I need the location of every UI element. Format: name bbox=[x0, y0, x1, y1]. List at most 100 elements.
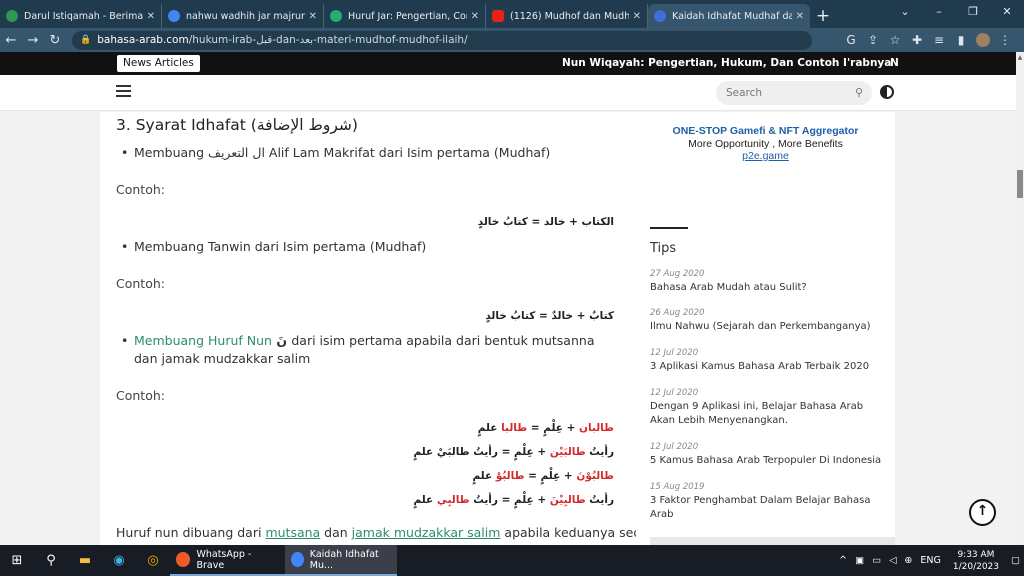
section-heading: 3. Syarat Idhafat (شروط الإضافة) bbox=[116, 116, 358, 134]
extensions-icon[interactable]: ✚ bbox=[906, 33, 928, 47]
contoh-label: Contoh: bbox=[116, 182, 165, 197]
list-item-text: dari isim pertama apabila dari bentuk mu… bbox=[291, 333, 595, 348]
list-item: Membuang ال التعريف Alif Lam Makrifat da… bbox=[121, 144, 624, 162]
site-favicon-icon bbox=[6, 10, 18, 22]
share-icon[interactable]: ⇪ bbox=[862, 33, 884, 47]
ad-line: More Opportunity , More Benefits bbox=[688, 137, 843, 150]
dark-mode-toggle-icon[interactable] bbox=[880, 85, 894, 99]
volume-icon[interactable]: ◁ bbox=[889, 555, 896, 566]
google-icon bbox=[168, 10, 180, 22]
taskbar-app-label: WhatsApp - Brave bbox=[196, 548, 252, 571]
windows-start-icon[interactable]: ⊞ bbox=[0, 545, 34, 576]
scroll-up-icon[interactable]: ▲ bbox=[1016, 54, 1024, 61]
contoh-label: Contoh: bbox=[116, 276, 165, 291]
tab-4[interactable]: (1126) Mudhof dan Mudhof ✕ bbox=[486, 4, 648, 28]
chrome-icon[interactable]: ◎ bbox=[136, 545, 170, 576]
taskbar-app-chrome[interactable]: Kaidah Idhafat Mu... bbox=[285, 545, 397, 576]
sidebar-widget-edge bbox=[650, 537, 895, 545]
network-icon[interactable]: ⊕ bbox=[904, 555, 912, 566]
jamak-mudzakkar-link[interactable]: jamak mudzakkar salim bbox=[352, 525, 501, 540]
close-icon[interactable]: ✕ bbox=[147, 11, 155, 22]
news-ticker: News Articles Nun Wiqayah: Pengertian, H… bbox=[0, 52, 1016, 75]
google-lens-icon[interactable]: G bbox=[840, 33, 862, 47]
edge-browser-icon[interactable]: ◉ bbox=[102, 545, 136, 576]
meet-now-icon[interactable]: ▣ bbox=[855, 555, 864, 566]
ad-block[interactable]: ONE-STOP Gamefi & NFT Aggregator More Op… bbox=[636, 125, 895, 163]
taskbar-app-whatsapp-brave[interactable]: WhatsApp - Brave bbox=[170, 545, 285, 576]
taskbar-app-label: Kaidah Idhafat Mu... bbox=[309, 548, 379, 571]
search-icon[interactable]: ⚲ bbox=[34, 545, 68, 576]
new-tab-button[interactable]: + bbox=[810, 4, 836, 28]
close-icon[interactable]: ✕ bbox=[796, 11, 804, 22]
site-header: Search ⚲ bbox=[0, 75, 1016, 111]
ticker-headline[interactable]: Nun Wiqayah: Pengertian, Hukum, Dan Cont… bbox=[562, 57, 891, 69]
huruf-nun-link[interactable]: Membuang Huruf Nun bbox=[134, 333, 272, 348]
scrollbar[interactable]: ▲ bbox=[1016, 52, 1024, 545]
list-item[interactable]: 26 Aug 2020 Ilmu Nahwu (Sejarah dan Perke… bbox=[650, 308, 890, 334]
restore-button[interactable]: ❐ bbox=[956, 0, 990, 28]
browser-tab-bar: Darul Istiqamah - Beriman, Be ✕ nahwu wad… bbox=[0, 0, 1024, 28]
tab-1[interactable]: Darul Istiqamah - Beriman, Be ✕ bbox=[0, 4, 162, 28]
ad-link[interactable]: p2e.game bbox=[636, 150, 895, 163]
tab-title: Huruf Jar: Pengertian, Contoh bbox=[348, 10, 467, 22]
close-icon[interactable]: ✕ bbox=[309, 11, 317, 22]
ticker-next-headline[interactable]: N bbox=[890, 57, 899, 69]
tips-heading: Tips bbox=[650, 241, 677, 256]
tab-2[interactable]: nahwu wadhih jar majrur - Pe ✕ bbox=[162, 4, 324, 28]
url-path: /hukum-irab-قبل-dan-بعد-materi-mudhof-mu… bbox=[188, 34, 468, 46]
scrollbar-thumb[interactable] bbox=[1017, 170, 1023, 198]
list-item[interactable]: 15 Aug 2019 3 Faktor Penghambat Dalam Bel… bbox=[650, 482, 890, 521]
search-input[interactable]: Search ⚲ bbox=[716, 81, 872, 105]
article-content: 3. Syarat Idhafat (شروط الإضافة) Membuan… bbox=[100, 112, 665, 545]
language-indicator[interactable]: ENG bbox=[920, 555, 940, 566]
tab-3[interactable]: Huruf Jar: Pengertian, Contoh ✕ bbox=[324, 4, 486, 28]
battery-icon[interactable]: ▭ bbox=[872, 555, 881, 566]
close-icon[interactable]: ✕ bbox=[471, 11, 479, 22]
site-favicon-icon bbox=[330, 10, 342, 22]
search-icon[interactable]: ⚲ bbox=[855, 81, 863, 105]
news-articles-badge: News Articles bbox=[117, 55, 200, 72]
taskbar-clock[interactable]: 9:33 AM 1/20/2023 bbox=[953, 549, 999, 573]
browser-tools: G ⇪ ☆ ✚ ≡ ▮ ⋮ bbox=[840, 33, 1024, 47]
list-item-text: dan jamak mudzakkar salim bbox=[134, 351, 311, 366]
profile-avatar[interactable] bbox=[976, 33, 990, 47]
hamburger-menu-icon[interactable] bbox=[116, 85, 131, 97]
menu-icon[interactable]: ⋮ bbox=[994, 33, 1016, 47]
bookmark-star-icon[interactable]: ☆ bbox=[884, 33, 906, 47]
forward-icon[interactable]: → bbox=[22, 33, 44, 48]
minimize-button[interactable]: – bbox=[922, 0, 956, 28]
tab-title: Darul Istiqamah - Beriman, Be bbox=[24, 10, 143, 22]
tab-title: (1126) Mudhof dan Mudhof bbox=[510, 10, 629, 22]
youtube-icon bbox=[492, 10, 504, 22]
sidepanel-icon[interactable]: ▮ bbox=[950, 33, 972, 47]
mutsana-link[interactable]: mutsana bbox=[265, 525, 320, 540]
arabic-example: رأيتُ طالبَيْن + عِلْمٍ = رأيتُ طالبَيْ … bbox=[413, 446, 614, 458]
windows-taskbar: ⊞ ⚲ ▬ ◉ ◎ WhatsApp - Brave Kaidah Idhafa… bbox=[0, 545, 1024, 576]
tab-5-active[interactable]: Kaidah Idhafat Mudhaf dan M ✕ bbox=[648, 4, 810, 28]
close-window-button[interactable]: ✕ bbox=[990, 0, 1024, 28]
site-favicon-icon bbox=[654, 10, 666, 22]
paragraph: Huruf nun dibuang dari mutsana dan jamak… bbox=[116, 525, 665, 540]
chevron-up-icon[interactable]: ^ bbox=[839, 555, 847, 566]
tab-search-icon[interactable]: ⌄ bbox=[888, 0, 922, 28]
media-icon[interactable]: ≡ bbox=[928, 33, 950, 47]
lock-icon[interactable]: 🔒 bbox=[80, 35, 91, 45]
back-icon[interactable]: ← bbox=[0, 33, 22, 48]
list-item[interactable]: 12 Jul 2020 5 Kamus Bahasa Arab Terpopule… bbox=[650, 442, 890, 468]
url-bar[interactable]: 🔒 bahasa-arab.com/hukum-irab-قبل-dan-بعد… bbox=[72, 30, 812, 50]
scroll-to-top-button[interactable]: ↑ bbox=[969, 499, 996, 526]
sidebar: ONE-STOP Gamefi & NFT Aggregator More Op… bbox=[636, 112, 895, 545]
brave-icon bbox=[176, 552, 191, 567]
list-item[interactable]: 27 Aug 2020 Bahasa Arab Mudah atau Sulit? bbox=[650, 269, 890, 295]
list-item[interactable]: 12 Jul 2020 Dengan 9 Aplikasi ini, Belaja… bbox=[650, 388, 890, 427]
notifications-icon[interactable]: ▢ bbox=[1011, 555, 1020, 566]
file-explorer-icon[interactable]: ▬ bbox=[68, 545, 102, 576]
close-icon[interactable]: ✕ bbox=[633, 11, 641, 22]
ad-title[interactable]: ONE-STOP Gamefi & NFT Aggregator bbox=[636, 125, 895, 138]
list-item[interactable]: 12 Jul 2020 3 Aplikasi Kamus Bahasa Arab … bbox=[650, 348, 890, 374]
list-item: Membuang Tanwin dari Isim pertama (Mudha… bbox=[121, 238, 624, 256]
address-toolbar: ← → ↻ 🔒 bahasa-arab.com/hukum-irab-قبل-d… bbox=[0, 28, 1024, 52]
reload-icon[interactable]: ↻ bbox=[44, 33, 66, 48]
divider bbox=[650, 227, 688, 229]
window-controls: ⌄ – ❐ ✕ bbox=[888, 0, 1024, 28]
